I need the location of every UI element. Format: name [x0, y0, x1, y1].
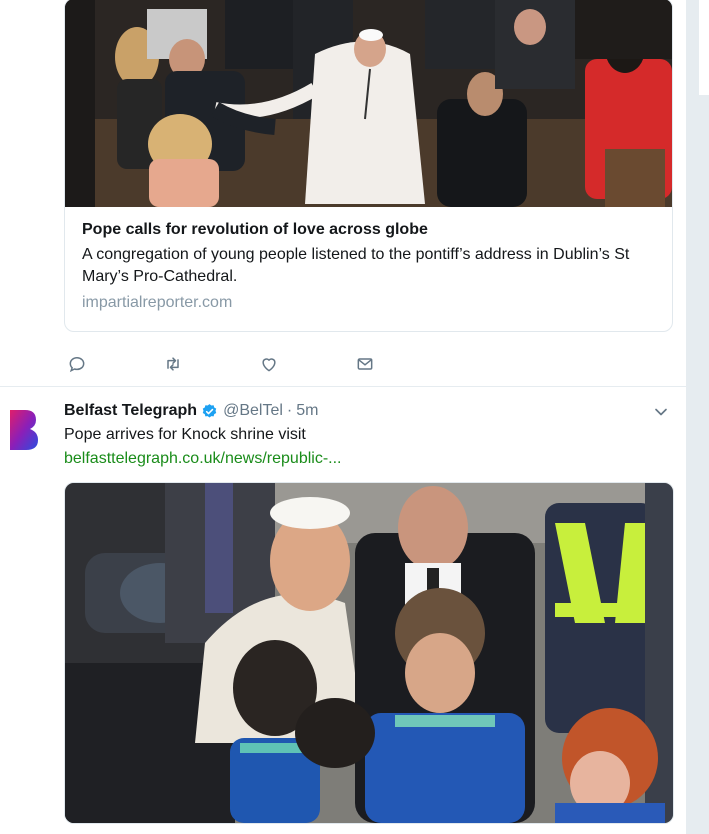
card-description: A congregation of young people listened … [82, 246, 630, 285]
timeline: Pope calls for revolution of love across… [0, 0, 687, 834]
tweet-header: Belfast Telegraph @BelTel · 5m [64, 400, 318, 422]
chevron-down-icon [655, 408, 667, 416]
tweet-divider [0, 386, 686, 387]
retweet-icon [167, 357, 179, 371]
tweet-link[interactable]: belfasttelegraph.co.uk/news/republic-... [64, 448, 341, 470]
right-rail [687, 0, 709, 834]
author-name[interactable]: Belfast Telegraph [64, 402, 197, 420]
tweet-actions [64, 352, 384, 376]
like-button[interactable] [256, 352, 282, 376]
pope-crowd-illustration [65, 0, 672, 207]
author-handle[interactable]: @BelTel [223, 402, 283, 420]
link-card[interactable]: Pope calls for revolution of love across… [64, 0, 673, 332]
header-separator: · [286, 402, 293, 419]
card-domain: impartialreporter.com [82, 294, 233, 311]
reply-icon [69, 356, 85, 373]
right-rail-card [699, 0, 709, 95]
pope-children-illustration [65, 483, 673, 823]
retweet-button[interactable] [160, 352, 186, 376]
belfast-telegraph-logo [10, 410, 38, 450]
card-title[interactable]: Pope calls for revolution of love across… [82, 219, 662, 240]
card-text: Pope calls for revolution of love across… [82, 219, 662, 312]
tweet-menu-button[interactable] [650, 402, 672, 422]
heart-icon [262, 358, 276, 372]
verified-badge-icon [201, 403, 218, 420]
tweet-photo[interactable] [64, 482, 674, 824]
envelope-icon [357, 358, 373, 370]
avatar[interactable] [8, 408, 38, 452]
tweet-timestamp[interactable]: 5m [296, 402, 318, 420]
tweet-text: Pope arrives for Knock shrine visit [64, 426, 306, 443]
direct-message-button[interactable] [352, 352, 378, 376]
card-image[interactable] [65, 0, 672, 207]
reply-button[interactable] [64, 352, 90, 376]
